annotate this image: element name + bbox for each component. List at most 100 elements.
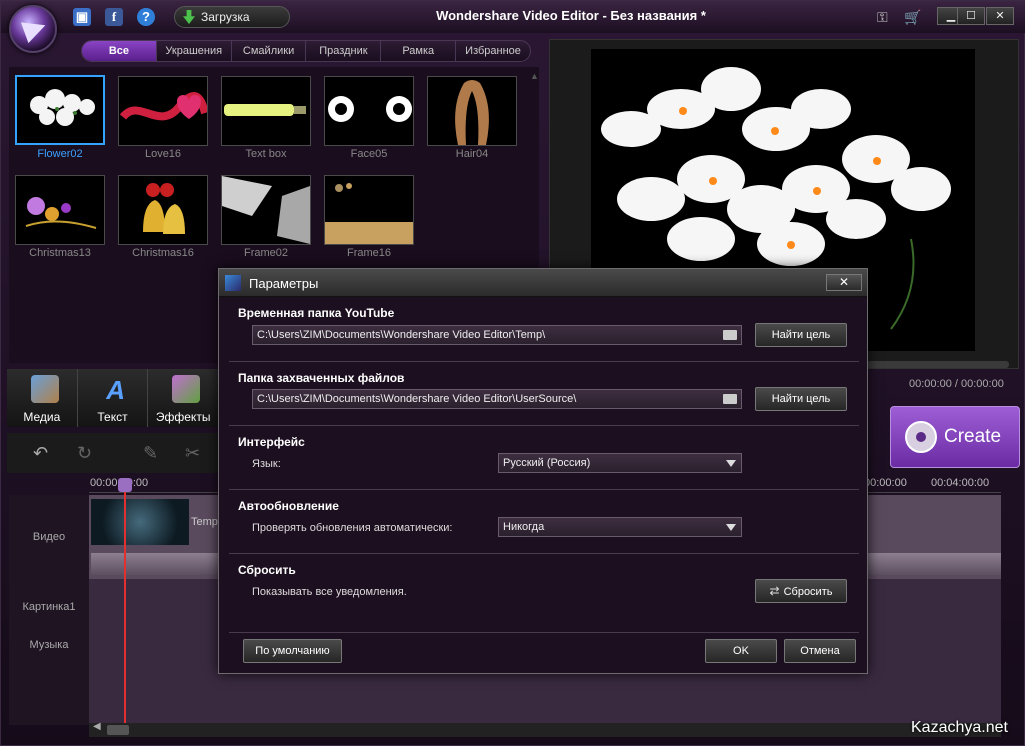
eyes-icon xyxy=(328,96,412,122)
settings-dialog: Параметры ✕ Временная папка YouTube C:\U… xyxy=(218,268,868,674)
tab-holiday[interactable]: Праздник xyxy=(306,41,382,61)
capture-path-field[interactable]: C:\Users\ZIM\Documents\Wondershare Video… xyxy=(252,389,742,409)
folder-icon[interactable] xyxy=(723,330,737,340)
app-window: ▣ f ? Загрузка Wondershare Video Editor … xyxy=(0,0,1025,746)
library-item-christmas13[interactable] xyxy=(15,175,105,245)
library-item-label: Frame16 xyxy=(346,247,392,259)
cart-icon[interactable]: 🛒 xyxy=(904,9,921,26)
timeline-scrollbar[interactable] xyxy=(89,723,1001,737)
library-item-label: Love16 xyxy=(144,148,182,160)
undo-icon[interactable]: ↶ xyxy=(33,443,48,464)
reset-button-label: Сбросить xyxy=(783,586,833,598)
save-icon[interactable]: ▣ xyxy=(73,8,91,26)
separator xyxy=(229,425,859,426)
redo-icon[interactable]: ↻ xyxy=(77,443,92,464)
library-item-label: Text box xyxy=(245,148,287,160)
language-select[interactable]: Русский (Россия) xyxy=(498,453,742,473)
youtube-browse-button[interactable]: Найти цель xyxy=(755,323,847,347)
library-item-textbox[interactable] xyxy=(221,76,311,146)
flower-icon xyxy=(30,89,95,126)
default-button[interactable]: По умолчанию xyxy=(243,639,342,663)
help-icon[interactable]: ? xyxy=(137,8,155,26)
playhead-handle[interactable] xyxy=(118,478,132,492)
library-item-label: Hair04 xyxy=(455,148,489,160)
ok-button[interactable]: OK xyxy=(705,639,777,663)
playhead-line[interactable] xyxy=(124,479,126,723)
facebook-icon[interactable]: f xyxy=(105,8,123,26)
library-item-label: Christmas16 xyxy=(132,247,194,259)
tab-media[interactable]: Медиа xyxy=(7,369,78,427)
cut-icon[interactable]: ✂ xyxy=(185,443,200,464)
scroll-left-icon[interactable]: ◀ xyxy=(93,721,101,732)
category-tabs: Все Украшения Смайлики Праздник Рамка Из… xyxy=(81,40,531,62)
language-label: Язык: xyxy=(252,458,281,470)
ruler-time-label: 00:04:00:00 xyxy=(931,477,990,489)
tab-effects[interactable]: Эффекты xyxy=(148,369,220,427)
effects-icon xyxy=(172,375,201,403)
tool-tabs: Медиа A Текст Эффекты xyxy=(7,369,220,427)
capture-path-value: C:\Users\ZIM\Documents\Wondershare Video… xyxy=(257,393,577,405)
tab-favorites[interactable]: Избранное xyxy=(456,41,530,61)
tab-text[interactable]: A Текст xyxy=(77,369,149,427)
autoupdate-value: Никогда xyxy=(503,521,545,533)
library-item-frame16[interactable] xyxy=(324,175,414,245)
library-item-love16[interactable] xyxy=(118,76,208,146)
autoupdate-label: Проверять обновления автоматически: xyxy=(252,522,453,534)
bells-icon xyxy=(143,183,185,234)
section-autoupdate-title: Автообновление xyxy=(238,499,339,513)
library-item-face05[interactable] xyxy=(324,76,414,146)
library-item-hair04[interactable] xyxy=(427,76,517,146)
language-value: Русский (Россия) xyxy=(503,457,591,469)
text-box-icon xyxy=(224,104,306,116)
capture-browse-button[interactable]: Найти цель xyxy=(755,387,847,411)
separator xyxy=(229,489,859,490)
cancel-button[interactable]: Отмена xyxy=(784,639,856,663)
scroll-up-icon[interactable]: ▲ xyxy=(530,71,539,81)
track-label-picture: Картинка1 xyxy=(22,601,76,613)
autoupdate-select[interactable]: Никогда xyxy=(498,517,742,537)
app-logo-icon[interactable] xyxy=(9,5,57,53)
tab-frame[interactable]: Рамка xyxy=(381,41,457,61)
watermark-text: Kazachya.net xyxy=(911,719,1008,736)
tab-smileys[interactable]: Смайлики xyxy=(232,41,307,61)
heart-ribbon-icon xyxy=(119,92,207,121)
library-item-flower02[interactable] xyxy=(15,75,105,145)
library-item-label: Frame02 xyxy=(243,247,289,259)
library-item-label: Face05 xyxy=(350,148,388,160)
tab-all[interactable]: Все xyxy=(82,41,157,61)
download-arrow-icon xyxy=(183,10,195,24)
dialog-app-icon xyxy=(225,275,241,291)
media-icon xyxy=(31,375,59,403)
tab-effects-label: Эффекты xyxy=(155,410,211,424)
tab-media-label: Медиа xyxy=(23,410,61,424)
reset-label: Показывать все уведомления. xyxy=(252,586,407,598)
library-item-christmas16[interactable] xyxy=(118,175,208,245)
youtube-path-field[interactable]: C:\Users\ZIM\Documents\Wondershare Video… xyxy=(252,325,742,345)
maximize-button[interactable]: ☐ xyxy=(957,7,985,25)
torn-frame-icon xyxy=(222,176,310,244)
key-icon[interactable]: ⚿ xyxy=(877,9,888,26)
text-a-icon: A xyxy=(106,375,126,405)
edit-icon[interactable]: ✎ xyxy=(143,443,158,464)
floral-frame-icon xyxy=(325,183,413,244)
reset-button[interactable]: ⇄ Сбросить xyxy=(755,579,847,603)
tab-decorations[interactable]: Украшения xyxy=(157,41,232,61)
separator xyxy=(229,361,859,362)
section-youtube-title: Временная папка YouTube xyxy=(238,306,395,320)
library-item-frame02[interactable] xyxy=(221,175,311,245)
scrollbar-thumb[interactable] xyxy=(107,725,129,735)
download-label: Загрузка xyxy=(201,10,250,24)
close-button[interactable]: ✕ xyxy=(986,7,1014,25)
video-clip[interactable] xyxy=(91,499,189,545)
tab-text-label: Текст xyxy=(97,410,128,424)
preview-timecode: 00:00:00 / 00:00:00 xyxy=(909,378,1004,390)
download-button[interactable]: Загрузка xyxy=(174,6,290,28)
dialog-title-bar[interactable]: Параметры ✕ xyxy=(219,269,867,297)
ornament-icon xyxy=(25,197,97,229)
separator xyxy=(229,553,859,554)
clip-label: Temp xyxy=(191,516,218,528)
dialog-close-button[interactable]: ✕ xyxy=(826,274,862,291)
film-reel-icon xyxy=(905,421,937,453)
create-button[interactable]: Create xyxy=(890,406,1020,468)
folder-icon[interactable] xyxy=(723,394,737,404)
